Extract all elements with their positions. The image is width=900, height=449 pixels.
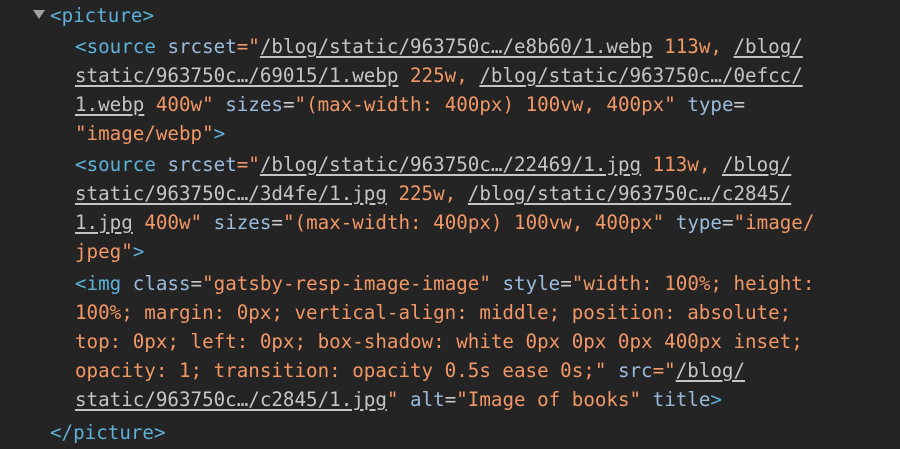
tag-name-img: img <box>86 272 122 295</box>
dom-node-source-jpeg-cont: 1.jpg 400w" sizes="(max-width: 400px) 10… <box>75 211 815 234</box>
dom-node-img-cont: top: 0px; left: 0px; box-shadow: white 0… <box>75 327 803 356</box>
srcset-link[interactable]: 1.webp <box>75 93 144 116</box>
dom-node-img-cont: opacity: 1; transition: opacity 0.5s eas… <box>75 359 746 382</box>
attr-name-type: type <box>687 93 734 116</box>
dom-node-source-jpeg-cont: jpeg"> <box>75 240 145 263</box>
src-link[interactable]: static/963750c…/c2845/1.jpg <box>75 388 387 411</box>
dom-node-source-jpeg-cont: static/963750c…/3d4fe/1.jpg 225w, /blog/… <box>75 182 792 205</box>
attr-name-type: type <box>675 211 722 234</box>
srcset-link[interactable]: /blog/static/963750c…/0efcc/ <box>479 64 802 87</box>
tag-name-source: source <box>86 153 156 176</box>
srcset-link[interactable]: 1.jpg <box>75 211 133 234</box>
dom-node-img-cont: 100%; margin: 0px; vertical-align: middl… <box>75 298 791 327</box>
dom-node-picture-open[interactable]: <picture> <box>50 1 154 30</box>
srcset-link[interactable]: /blog/static/963750c…/c2845/ <box>468 182 791 205</box>
srcset-link[interactable]: /blog/static/963750c…/e8b60/1.webp <box>260 35 653 58</box>
srcset-link[interactable]: static/963750c…/69015/1.webp <box>75 64 398 87</box>
srcset-link[interactable]: /blog/static/963750c…/22469/1.jpg <box>260 153 641 176</box>
attr-value-type: "image/webp" <box>75 122 214 145</box>
attr-name-style: style <box>502 272 561 295</box>
attr-name-src: src <box>617 359 653 382</box>
attr-name-title: title <box>652 388 711 411</box>
attr-value-style: top: 0px; left: 0px; box-shadow: white 0… <box>75 330 803 353</box>
attr-name-alt: alt <box>410 388 445 411</box>
attr-value-type: "image/ <box>733 211 815 234</box>
tag-name-picture: picture <box>73 421 154 444</box>
attr-value-type: jpeg" <box>75 240 133 263</box>
srcset-link[interactable]: /blog/ <box>734 35 803 58</box>
dom-node-source-webp-cont: "image/webp"> <box>75 122 226 145</box>
attr-value-sizes: "(max-width: 400px) 100vw, 400px" <box>282 211 665 234</box>
srcset-link[interactable]: /blog/ <box>722 153 791 176</box>
attr-value-class: "gatsby-resp-image-image" <box>202 272 491 295</box>
expand-collapse-arrow-icon[interactable] <box>33 10 45 19</box>
tag-name-picture: picture <box>61 4 143 27</box>
src-link[interactable]: /blog/ <box>676 359 745 382</box>
attr-name-class: class <box>132 272 191 295</box>
dom-node-source-webp[interactable]: <source srcset="/blog/static/963750c…/e8… <box>75 32 803 61</box>
attr-value-style: opacity: 1; transition: opacity 0.5s eas… <box>75 359 607 382</box>
tag-name-source: source <box>86 35 156 58</box>
attr-value-style: 100%; margin: 0px; vertical-align: middl… <box>75 301 792 324</box>
srcset-link[interactable]: static/963750c…/3d4fe/1.jpg <box>75 182 387 205</box>
tag-bracket: < <box>50 4 62 27</box>
dom-node-source-webp-cont: static/963750c…/69015/1.webp 225w, /blog… <box>75 64 803 87</box>
attr-name-sizes: sizes <box>225 93 283 116</box>
dom-node-source-jpeg[interactable]: <source srcset="/blog/static/963750c…/22… <box>75 150 791 179</box>
dom-node-img[interactable]: <img class="gatsby-resp-image-image" sty… <box>75 269 814 298</box>
attr-value-alt: "Image of books" <box>456 388 642 411</box>
dom-node-img-cont: static/963750c…/c2845/1.jpg" alt="Image … <box>75 388 722 411</box>
attr-name-sizes: sizes <box>213 211 272 234</box>
attr-value-sizes: "(max-width: 400px) 100vw, 400px" <box>294 93 676 116</box>
dom-node-source-webp-cont: 1.webp 400w" sizes="(max-width: 400px) 1… <box>75 93 746 116</box>
dom-node-picture-close[interactable]: </picture> <box>50 418 166 447</box>
attr-name-srcset: srcset <box>167 153 237 176</box>
attr-name-srcset: srcset <box>167 35 237 58</box>
attr-value-style: "width: 100%; height: <box>571 272 815 295</box>
tag-bracket: > <box>142 4 154 27</box>
